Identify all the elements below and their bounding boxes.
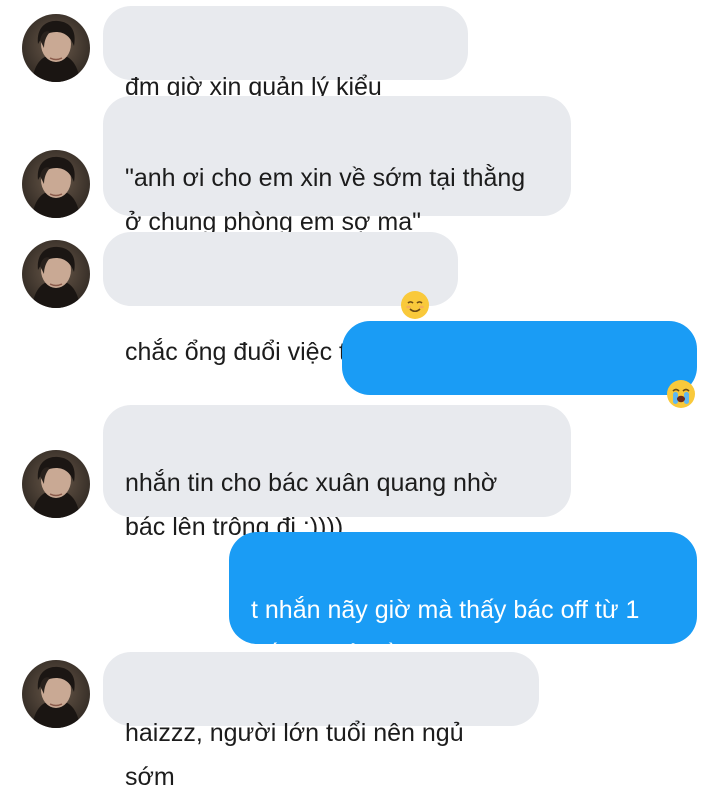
message-text: nhắn tin cho bác xuân quang nhờ bác lên … bbox=[125, 469, 498, 541]
message-bubble-incoming: chắc ổng đuổi việc t quá bbox=[103, 232, 458, 366]
contact-avatar[interactable] bbox=[22, 660, 90, 728]
crying-face-emoji bbox=[666, 380, 695, 408]
contact-avatar[interactable] bbox=[22, 240, 90, 308]
contact-avatar[interactable] bbox=[22, 14, 90, 82]
message-bubble-incoming: đm giờ xin quản lý kiểu gì??? bbox=[103, 6, 468, 145]
message-bubble-incoming: "anh ơi cho em xin về sớm tại thằng ở ch… bbox=[103, 96, 571, 236]
message-bubble-incoming: haizzz, người lớn tuổi nên ngủ sớm bbox=[103, 652, 539, 791]
message-bubble-outgoing: t nhắn nãy giờ mà thấy bác off từ 1 tiến… bbox=[229, 532, 697, 668]
message-text: haizzz, người lớn tuổi nên ngủ sớm bbox=[125, 719, 464, 791]
message-bubble-outgoing: HUHU BỐ M SỢ LẮM RỒI bbox=[342, 321, 697, 455]
relieved-face-emoji bbox=[400, 291, 429, 319]
message-text: "anh ơi cho em xin về sớm tại thằng ở ch… bbox=[125, 164, 526, 236]
contact-avatar[interactable] bbox=[22, 150, 90, 218]
message-bubble-incoming: nhắn tin cho bác xuân quang nhờ bác lên … bbox=[103, 405, 571, 541]
contact-avatar[interactable] bbox=[22, 450, 90, 518]
